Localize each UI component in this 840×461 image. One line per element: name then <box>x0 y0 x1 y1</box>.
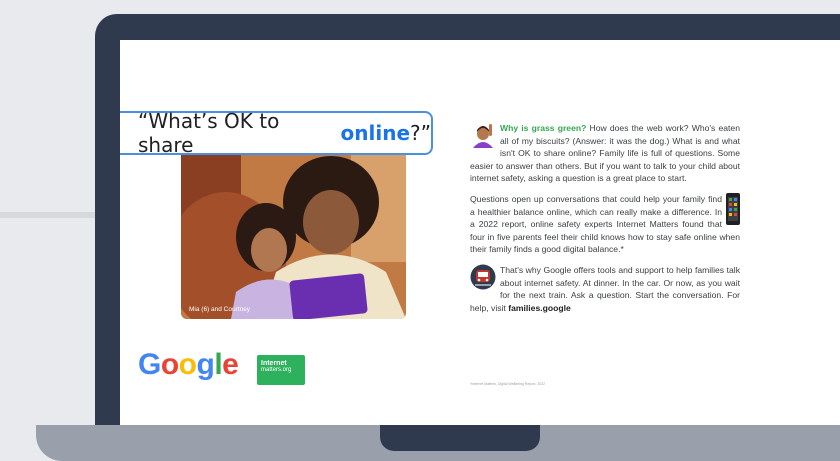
paragraph-2: Questions open up conversations that cou… <box>470 192 740 256</box>
photo-caption: Mia (6) and Courtney <box>189 306 251 313</box>
family-photo-illustration <box>181 142 406 319</box>
laptop-notch <box>380 425 540 451</box>
laptop-screen: “What’s OK to share online ?” Mia (6) an… <box>120 40 840 430</box>
family-photo: Mia (6) and Courtney <box>181 142 406 319</box>
paragraph-2-text: Questions open up conversations that cou… <box>470 193 740 255</box>
heading-text-before: “What’s OK to share <box>138 109 280 157</box>
ad-body-copy: Why is grass green? How does the web wor… <box>470 122 740 322</box>
paragraph-1-lead: Why is grass green? <box>500 123 587 133</box>
paragraph-1: Why is grass green? How does the web wor… <box>470 122 740 185</box>
heading-text-after: ?” <box>410 121 431 145</box>
google-logo: Google <box>138 348 239 381</box>
footnote: *Internet Matters, Digital Wellbeing Rep… <box>470 382 546 386</box>
background-line <box>0 212 96 218</box>
person-raising-hand-icon <box>470 122 496 148</box>
train-icon <box>470 264 496 290</box>
families-google-link[interactable]: families.google <box>508 303 571 313</box>
ad-heading: “What’s OK to share online ?” <box>120 109 433 157</box>
heading-highlight: online <box>340 121 411 145</box>
internet-matters-logo: Internet matters.org <box>257 355 305 385</box>
phone-icon <box>726 192 740 225</box>
paragraph-3: That's why Google offers tools and suppo… <box>470 264 740 314</box>
